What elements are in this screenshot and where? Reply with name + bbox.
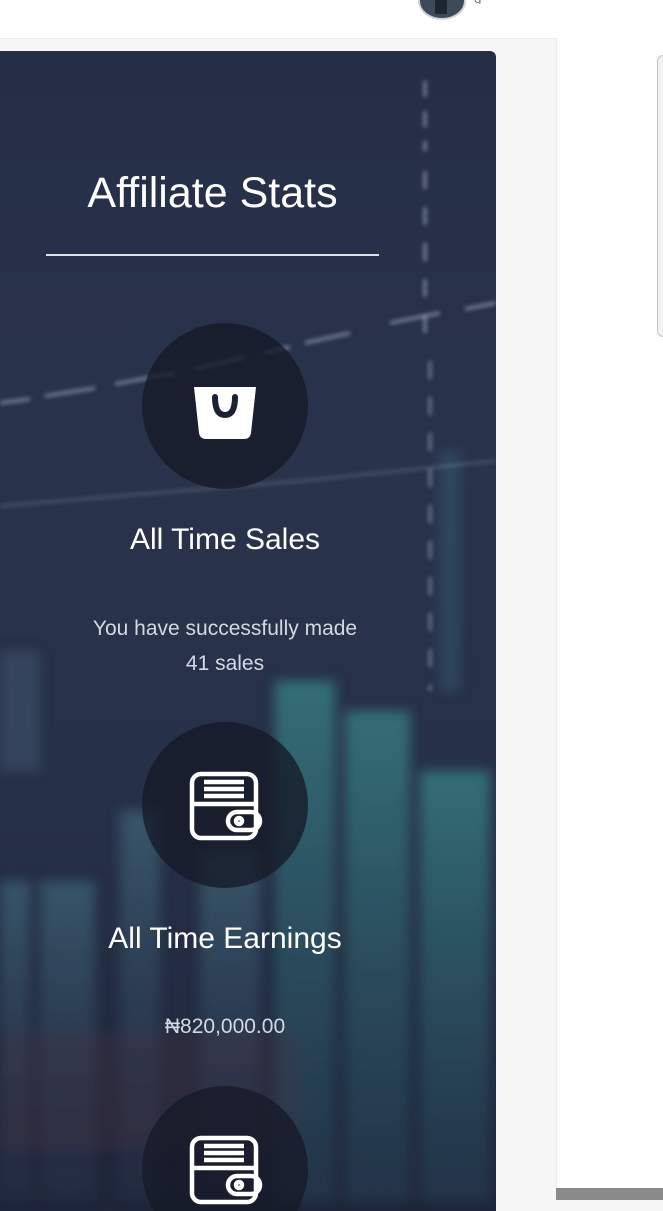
wallet-icon bbox=[189, 1135, 263, 1205]
wallet-icon bbox=[189, 771, 263, 841]
title-divider bbox=[46, 254, 379, 256]
user-avatar[interactable] bbox=[418, 0, 466, 20]
sales-icon-circle bbox=[142, 323, 308, 489]
card-title: Affiliate Stats bbox=[87, 169, 338, 217]
affiliate-stats-card: Affiliate Stats All Time Sales You have … bbox=[0, 51, 496, 1211]
earnings-label: All Time Earnings bbox=[108, 922, 342, 955]
earnings-amount: ₦820,000.00 bbox=[164, 1015, 286, 1038]
shopping-bag-icon bbox=[194, 387, 256, 439]
top-bar: g bbox=[0, 0, 663, 39]
sales-label: All Time Sales bbox=[129, 523, 321, 556]
sales-count: 41 sales bbox=[185, 652, 265, 675]
user-name[interactable]: g bbox=[474, 0, 494, 4]
sales-text-line1: You have successfully made bbox=[92, 617, 358, 640]
bottom-scrollbar[interactable] bbox=[556, 1188, 663, 1200]
earnings-icon-circle bbox=[142, 722, 308, 888]
side-panel bbox=[556, 38, 663, 1200]
scrollbar[interactable] bbox=[657, 55, 663, 337]
